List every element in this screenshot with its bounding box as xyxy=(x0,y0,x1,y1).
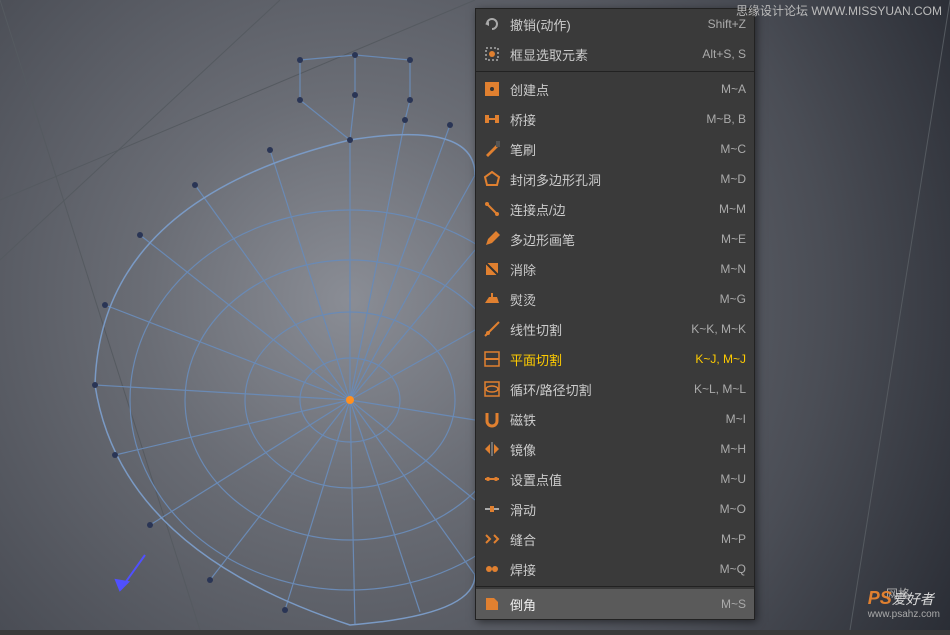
menu-shortcut: M~Q xyxy=(720,562,746,576)
menu-label: 磁铁 xyxy=(510,410,726,429)
menu-item-weld[interactable]: 焊接M~Q xyxy=(476,554,754,584)
menu-label: 线性切割 xyxy=(510,320,691,339)
menu-shortcut: M~S xyxy=(721,597,746,611)
menu-label: 镜像 xyxy=(510,440,720,459)
menu-label: 连接点/边 xyxy=(510,200,719,219)
set-point-icon xyxy=(480,467,504,491)
menu-label: 循环/路径切割 xyxy=(510,380,694,399)
menu-item-loop-cut[interactable]: 循环/路径切割K~L, M~L xyxy=(476,374,754,404)
menu-shortcut: M~E xyxy=(721,232,746,246)
menu-shortcut: K~K, M~K xyxy=(691,322,746,336)
menu-shortcut: M~I xyxy=(726,412,746,426)
menu-divider xyxy=(476,71,754,72)
menu-label: 桥接 xyxy=(510,110,706,129)
watermark-top: 思缘设计论坛 WWW.MISSYUAN.COM xyxy=(736,2,942,19)
menu-shortcut: M~D xyxy=(720,172,746,186)
menu-label: 笔刷 xyxy=(510,140,720,159)
menu-item-poly-pen[interactable]: 多边形画笔M~E xyxy=(476,224,754,254)
menu-item-set-point[interactable]: 设置点值M~U xyxy=(476,464,754,494)
menu-shortcut: K~J, M~J xyxy=(695,352,746,366)
menu-shortcut: M~A xyxy=(721,82,746,96)
watermark-bottom: PS爱好者 www.psahz.com xyxy=(868,588,940,620)
menu-item-connect[interactable]: 连接点/边M~M xyxy=(476,194,754,224)
stitch-icon xyxy=(480,527,504,551)
close-hole-icon xyxy=(480,167,504,191)
menu-shortcut: M~G xyxy=(720,292,746,306)
menu-label: 封闭多边形孔洞 xyxy=(510,170,720,189)
line-cut-icon xyxy=(480,317,504,341)
menu-label: 平面切割 xyxy=(510,350,695,369)
context-menu: 撤销(动作)Shift+Z框显选取元素Alt+S, S创建点M~A桥接M~B, … xyxy=(475,8,755,620)
menu-item-slide[interactable]: 滑动M~O xyxy=(476,494,754,524)
menu-label: 滑动 xyxy=(510,500,720,519)
brush-icon xyxy=(480,137,504,161)
menu-item-bevel[interactable]: 倒角M~S xyxy=(476,589,754,619)
menu-label: 缝合 xyxy=(510,530,721,549)
dissolve-icon xyxy=(480,257,504,281)
menu-shortcut: M~C xyxy=(720,142,746,156)
menu-item-line-cut[interactable]: 线性切割K~K, M~K xyxy=(476,314,754,344)
poly-pen-icon xyxy=(480,227,504,251)
menu-item-mirror[interactable]: 镜像M~H xyxy=(476,434,754,464)
menu-label: 熨烫 xyxy=(510,290,720,309)
menu-item-close-hole[interactable]: 封闭多边形孔洞M~D xyxy=(476,164,754,194)
menu-label: 多边形画笔 xyxy=(510,230,721,249)
frame-select-icon xyxy=(480,42,504,66)
create-point-icon xyxy=(480,77,504,101)
menu-item-plane-cut[interactable]: 平面切割K~J, M~J xyxy=(476,344,754,374)
menu-shortcut: Alt+S, S xyxy=(702,47,746,61)
menu-label: 撤销(动作) xyxy=(510,15,708,34)
menu-shortcut: Shift+Z xyxy=(708,17,746,31)
menu-shortcut: K~L, M~L xyxy=(694,382,746,396)
mesh-vertices xyxy=(92,52,453,613)
menu-item-iron[interactable]: 熨烫M~G xyxy=(476,284,754,314)
menu-shortcut: M~B, B xyxy=(706,112,746,126)
menu-shortcut: M~H xyxy=(720,442,746,456)
magnet-icon xyxy=(480,407,504,431)
menu-item-magnet[interactable]: 磁铁M~I xyxy=(476,404,754,434)
menu-shortcut: M~O xyxy=(720,502,746,516)
menu-label: 倒角 xyxy=(510,595,721,614)
iron-icon xyxy=(480,287,504,311)
menu-label: 焊接 xyxy=(510,560,720,579)
plane-cut-icon xyxy=(480,347,504,371)
loop-cut-icon xyxy=(480,377,504,401)
menu-item-create-point[interactable]: 创建点M~A xyxy=(476,74,754,104)
menu-label: 框显选取元素 xyxy=(510,45,702,64)
menu-item-brush[interactable]: 笔刷M~C xyxy=(476,134,754,164)
weld-icon xyxy=(480,557,504,581)
menu-item-frame-select[interactable]: 框显选取元素Alt+S, S xyxy=(476,39,754,69)
connect-icon xyxy=(480,197,504,221)
slide-icon xyxy=(480,497,504,521)
menu-shortcut: M~U xyxy=(720,472,746,486)
menu-item-stitch[interactable]: 缝合M~P xyxy=(476,524,754,554)
bridge-icon xyxy=(480,107,504,131)
bevel-icon xyxy=(480,592,504,616)
menu-item-dissolve[interactable]: 消除M~N xyxy=(476,254,754,284)
menu-item-undo[interactable]: 撤销(动作)Shift+Z xyxy=(476,9,754,39)
menu-divider xyxy=(476,586,754,587)
menu-label: 创建点 xyxy=(510,80,721,99)
axis-indicator xyxy=(116,555,145,590)
menu-label: 设置点值 xyxy=(510,470,720,489)
menu-shortcut: M~P xyxy=(721,532,746,546)
mirror-icon xyxy=(480,437,504,461)
menu-label: 消除 xyxy=(510,260,720,279)
menu-shortcut: M~N xyxy=(720,262,746,276)
undo-icon xyxy=(480,12,504,36)
menu-shortcut: M~M xyxy=(719,202,746,216)
menu-item-bridge[interactable]: 桥接M~B, B xyxy=(476,104,754,134)
